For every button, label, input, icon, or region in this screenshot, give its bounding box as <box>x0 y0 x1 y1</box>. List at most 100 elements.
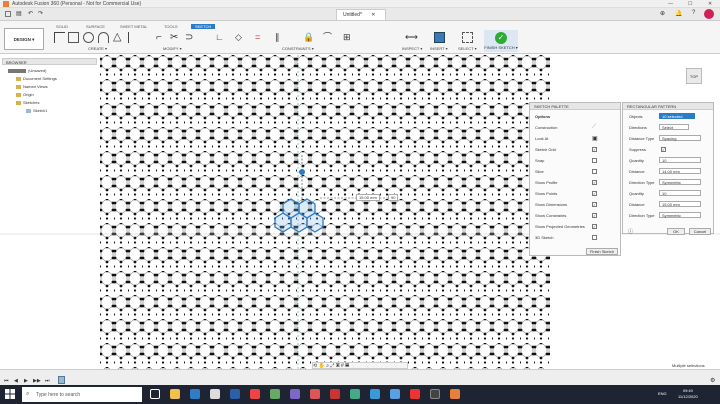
show-projected-checkbox[interactable]: ✓ <box>592 224 597 229</box>
store-icon[interactable] <box>210 389 220 399</box>
circle-icon[interactable] <box>83 32 94 43</box>
app-icon-11[interactable] <box>370 389 380 399</box>
close-button[interactable]: ✕ <box>708 1 712 7</box>
browser-item-document-settings[interactable]: Document Settings <box>16 76 57 81</box>
ok-button[interactable]: OK <box>667 228 685 235</box>
line-icon[interactable] <box>54 32 65 43</box>
tab-surface[interactable]: SURFACE <box>86 24 105 29</box>
show-points-checkbox[interactable]: ✓ <box>592 191 597 196</box>
app-icon-9[interactable] <box>330 389 340 399</box>
select-menu[interactable]: SELECT ▾ <box>458 46 477 51</box>
timeline-sketch-item[interactable] <box>58 376 65 384</box>
file-icon[interactable]: ▤ <box>16 10 22 17</box>
cancel-button[interactable]: Cancel <box>689 228 711 235</box>
3d-sketch-checkbox[interactable] <box>592 235 597 240</box>
distance-1-input[interactable]: 14.00 mm <box>659 168 701 174</box>
edge-icon[interactable] <box>190 389 200 399</box>
redo-icon[interactable]: ↷ <box>38 10 43 17</box>
suppress-checkbox[interactable]: ✓ <box>661 147 666 152</box>
app-icon-6[interactable] <box>270 389 280 399</box>
timeline-play-button[interactable]: ▶ <box>24 378 28 384</box>
quantity-1-input[interactable]: 10 <box>659 157 701 163</box>
chrome-icon[interactable] <box>250 389 260 399</box>
objects-selection[interactable]: 10 selected <box>659 113 695 119</box>
add-tab-icon[interactable]: ⊕ <box>660 10 665 17</box>
timeline-settings-icon[interactable]: ⚙ <box>710 377 715 384</box>
insert-menu[interactable]: INSERT ▾ <box>430 46 448 51</box>
sketch-grid-checkbox[interactable]: ✓ <box>592 147 597 152</box>
timeline-next-button[interactable]: ▶▶ <box>33 378 41 384</box>
system-clock[interactable]: 09:40 11/12/2020 <box>678 388 698 400</box>
avatar[interactable] <box>704 9 714 19</box>
undo-icon[interactable]: ↶ <box>28 10 33 17</box>
offset-icon[interactable]: ⊃ <box>185 32 196 43</box>
tab-sheet-metal[interactable]: SHEET METAL <box>120 24 147 29</box>
construction-icon[interactable]: ⟋ <box>592 124 596 131</box>
viewcube[interactable]: TOP <box>686 68 702 84</box>
select-icon[interactable] <box>462 32 473 43</box>
tab-sketch[interactable]: SKETCH <box>191 24 216 29</box>
tab-tools[interactable]: TOOLS <box>164 24 178 29</box>
fusion360-taskbar-icon[interactable] <box>450 389 460 399</box>
dimension-input[interactable]: 15.00 mm <box>356 194 380 201</box>
options-section[interactable]: Options <box>535 114 550 119</box>
task-view-icon[interactable] <box>150 389 160 399</box>
app-icon-13[interactable] <box>410 389 420 399</box>
help-icon[interactable]: ? <box>692 10 695 16</box>
rectangle-icon[interactable] <box>68 32 79 43</box>
mirror-icon[interactable] <box>128 32 139 43</box>
collinear-icon[interactable]: ◇ <box>235 32 246 43</box>
polygon-icon[interactable]: △ <box>113 32 124 43</box>
browser-root[interactable]: (Unsaved) <box>8 68 46 73</box>
parallel-icon[interactable]: ∥ <box>275 32 286 43</box>
show-profile-checkbox[interactable]: ✓ <box>592 180 597 185</box>
browser-item-origin[interactable]: Origin <box>16 92 34 97</box>
fix-lock-icon[interactable]: 🔒 <box>303 32 314 43</box>
language-indicator[interactable]: ENG <box>658 391 667 396</box>
distance-type-dropdown[interactable]: Spacing <box>659 135 701 141</box>
app-icon-10[interactable] <box>350 389 360 399</box>
minimize-button[interactable]: — <box>668 1 673 7</box>
measure-icon[interactable]: ⟷ <box>405 32 418 43</box>
sketch-palette-header[interactable]: SKETCH PALETTE <box>530 103 620 110</box>
info-icon[interactable]: ⓘ <box>628 228 633 235</box>
symmetry-icon[interactable]: ⊞ <box>343 32 354 43</box>
close-tab-icon[interactable]: ✕ <box>371 12 375 18</box>
notifications-icon[interactable]: 🔔 <box>675 10 682 17</box>
file-explorer-icon[interactable] <box>170 389 180 399</box>
snap-checkbox[interactable] <box>592 158 597 163</box>
tab-untitled[interactable]: Untitled* ✕ <box>336 9 386 20</box>
insert-image-icon[interactable] <box>434 32 445 43</box>
show-dimensions-checkbox[interactable]: ✓ <box>592 202 597 207</box>
angle-input[interactable]: 90 <box>388 194 399 201</box>
distance-2-input[interactable]: 15.00 mm <box>659 201 701 207</box>
mail-icon[interactable] <box>230 389 240 399</box>
direction-type-1-dropdown[interactable]: Symmetric <box>659 179 701 185</box>
taskbar-search[interactable]: ⌕ Type here to search <box>22 387 142 402</box>
rect-pattern-header[interactable]: RECTANGULAR PATTERN <box>623 103 713 110</box>
app-icon-12[interactable] <box>390 389 400 399</box>
finish-sketch-palette-button[interactable]: Finish Sketch <box>586 248 618 255</box>
app-icon-8[interactable] <box>310 389 320 399</box>
direction-type-2-dropdown[interactable]: Symmetric <box>659 212 701 218</box>
arc-icon[interactable] <box>98 32 109 43</box>
create-menu[interactable]: CREATE ▾ <box>88 46 107 51</box>
equal-icon[interactable]: = <box>255 32 266 43</box>
browser-item-sketches[interactable]: Sketches <box>16 100 39 105</box>
tangent-icon[interactable]: ⌒ <box>323 32 334 43</box>
modify-menu[interactable]: MODIFY ▾ <box>163 46 182 51</box>
tab-solid[interactable]: SOLID <box>56 24 68 29</box>
windows-start-icon[interactable] <box>5 389 15 399</box>
fillet-icon[interactable]: ⌐ <box>156 32 167 43</box>
finish-sketch-button[interactable]: ✓ FINISH SKETCH ▾ <box>484 30 518 52</box>
timeline-prev-button[interactable]: ◀ <box>14 378 18 384</box>
timeline-first-button[interactable]: ⏮ <box>4 378 9 384</box>
directions-select[interactable]: Select <box>659 124 689 130</box>
design-workspace-button[interactable]: DESIGN ▾ <box>4 28 44 50</box>
app-icon-7[interactable] <box>290 389 300 399</box>
show-constraints-checkbox[interactable]: ✓ <box>592 213 597 218</box>
look-at-icon[interactable]: ▣ <box>592 135 598 142</box>
inspect-menu[interactable]: INSPECT ▾ <box>402 46 422 51</box>
data-panel-icon[interactable] <box>5 11 11 17</box>
trim-icon[interactable]: ✂ <box>170 32 181 43</box>
